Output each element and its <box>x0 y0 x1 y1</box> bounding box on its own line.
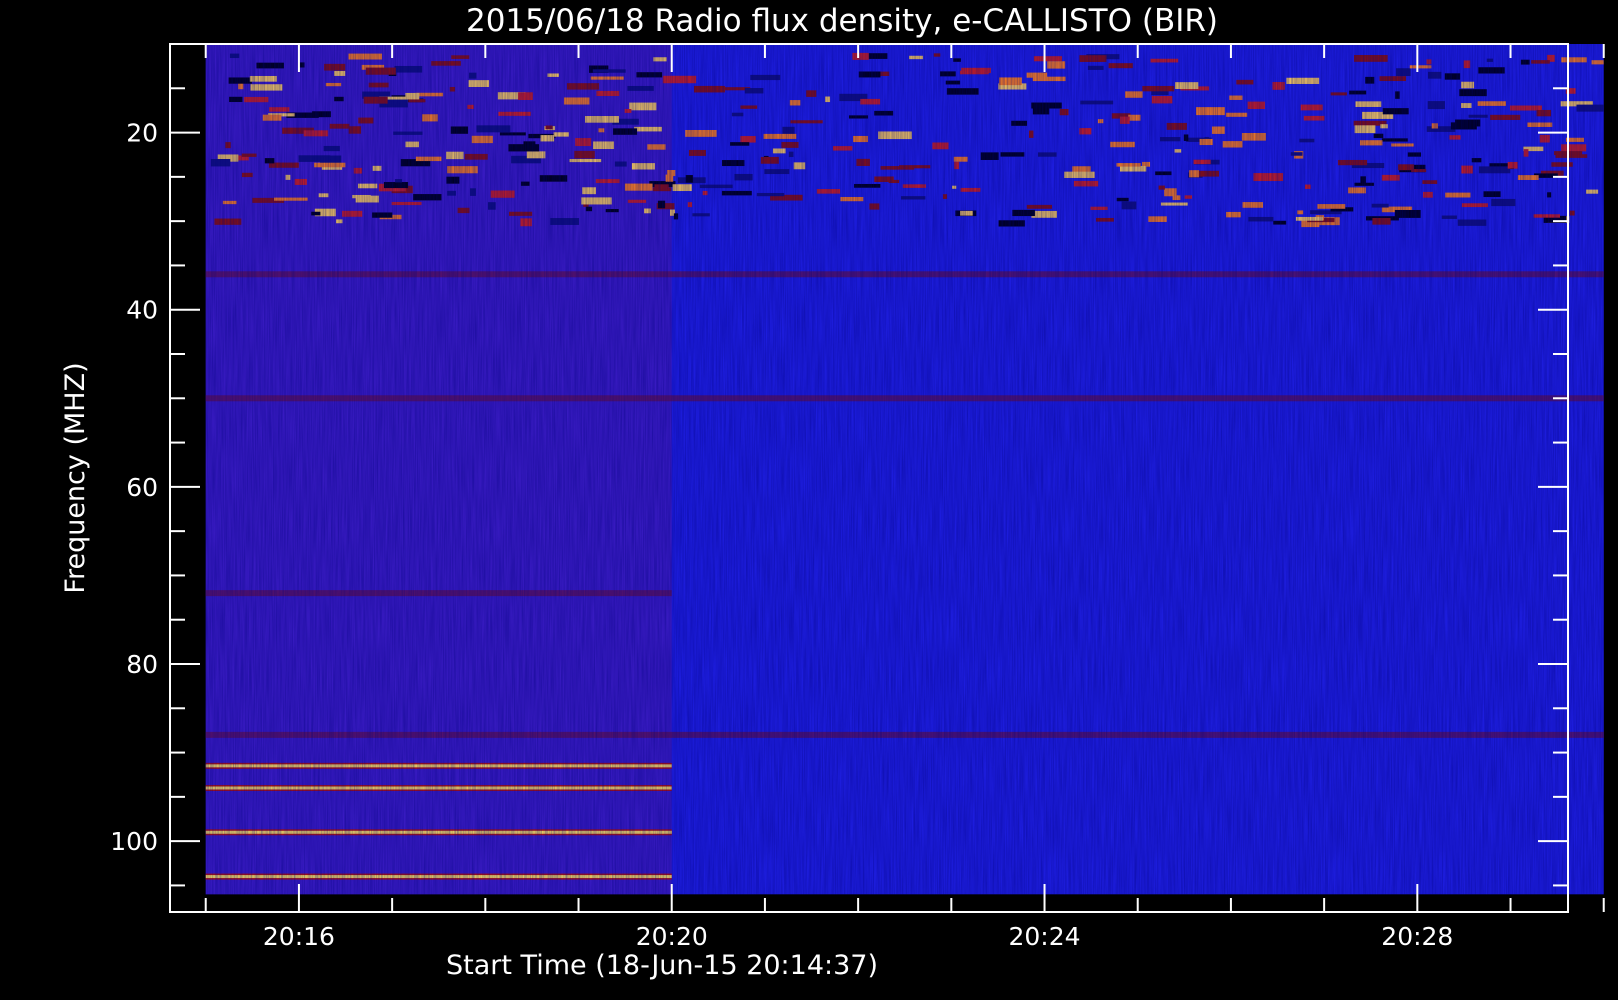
x-tick-label: 20:24 <box>1009 922 1081 951</box>
y-tick-label: 40 <box>126 296 158 325</box>
x-axis-label: Start Time (18-Jun-15 20:14:37) <box>446 950 878 981</box>
y-tick-label: 20 <box>126 119 158 148</box>
x-tick-label: 20:16 <box>263 922 335 951</box>
spectrogram-chart: 2015/06/18 Radio flux density, e-CALLIST… <box>60 3 1605 981</box>
x-tick-label: 20:20 <box>636 922 708 951</box>
chart-title: 2015/06/18 Radio flux density, e-CALLIST… <box>466 3 1218 39</box>
x-tick-label: 20:28 <box>1381 922 1453 951</box>
y-axis-label: Frequency (MHZ) <box>60 362 91 593</box>
spectrogram-heatmap <box>205 44 1604 895</box>
heatmap-texture <box>205 44 1604 895</box>
y-tick-label: 60 <box>126 473 158 502</box>
y-tick-label: 100 <box>110 827 158 856</box>
y-tick-label: 80 <box>126 650 158 679</box>
